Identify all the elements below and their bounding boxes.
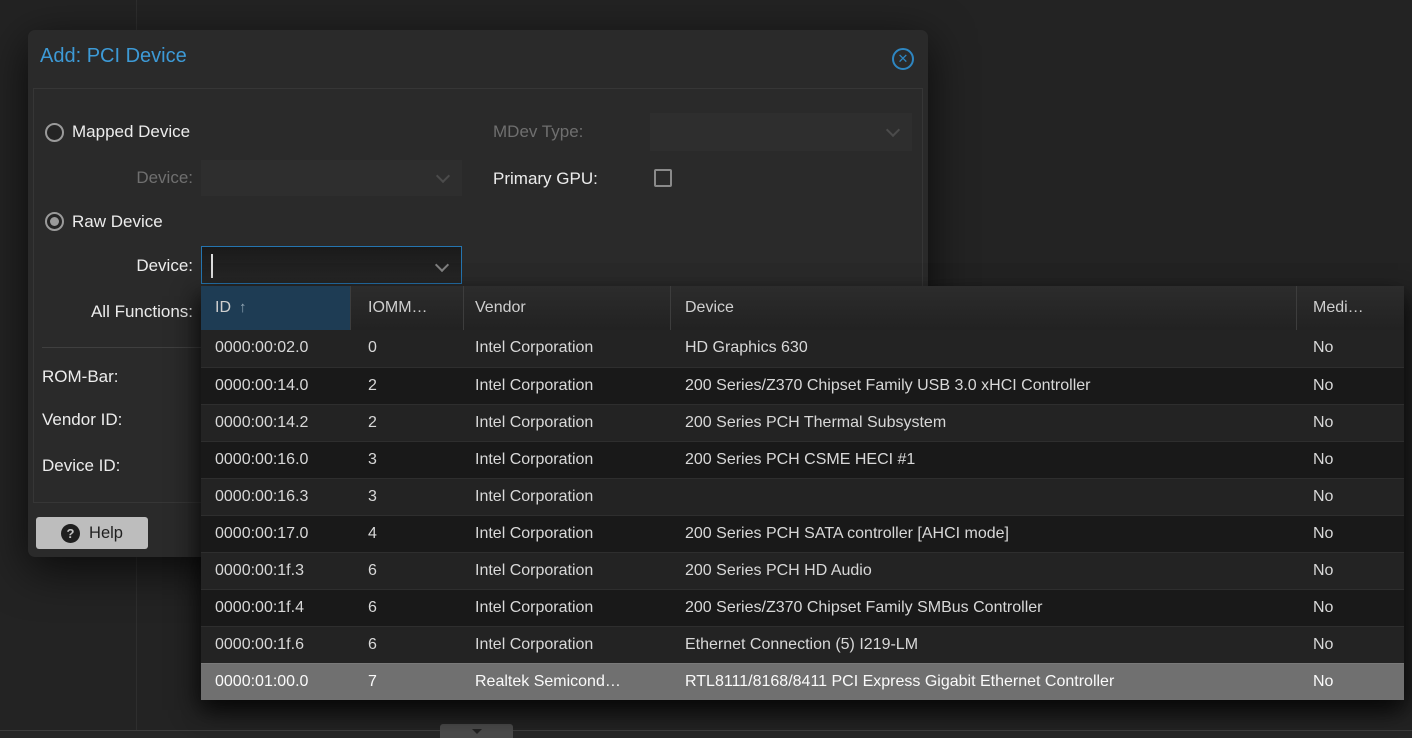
table-row[interactable]: 0000:01:00.07Realtek Semicond…RTL8111/81… [201,663,1404,700]
cell-mediated_devices: No [1297,516,1404,552]
all-functions-label: All Functions: [48,301,193,323]
primary-gpu-checkbox[interactable] [654,169,672,187]
cell-id: 0000:00:1f.3 [201,553,351,589]
cell-mediated_devices: No [1297,627,1404,663]
cell-mediated_devices: No [1297,479,1404,515]
cell-id: 0000:00:1f.4 [201,590,351,626]
chevron-down-icon [435,258,449,272]
cell-device: 200 Series PCH Thermal Subsystem [671,405,1297,441]
rom-bar-label: ROM-Bar: [42,366,119,388]
close-icon[interactable]: ✕ [892,48,914,70]
cell-device: 200 Series/Z370 Chipset Family SMBus Con… [671,590,1297,626]
pci-device-table-header: ID↑IOMM…VendorDeviceMedi… [201,286,1404,330]
cell-device: Ethernet Connection (5) I219-LM [671,627,1297,663]
cell-vendor: Intel Corporation [464,479,671,515]
cell-iommu_group: 3 [351,442,464,478]
table-row[interactable]: 0000:00:1f.46Intel Corporation200 Series… [201,589,1404,626]
table-row[interactable]: 0000:00:1f.66Intel CorporationEthernet C… [201,626,1404,663]
cell-mediated_devices: No [1297,553,1404,589]
cell-iommu_group: 3 [351,479,464,515]
cell-vendor: Intel Corporation [464,368,671,404]
column-header-iommu_group[interactable]: IOMM… [351,286,464,330]
cell-mediated_devices: No [1297,368,1404,404]
text-cursor [211,254,213,278]
mapped-device-radio-label: Mapped Device [72,121,190,143]
cell-id: 0000:00:14.0 [201,368,351,404]
mapped-device-field-label: Device: [48,167,193,189]
mapped-device-radio[interactable] [45,123,64,142]
dialog-title: Add: PCI Device [40,45,187,68]
cell-mediated_devices: No [1297,405,1404,441]
cell-device: 200 Series PCH SATA controller [AHCI mod… [671,516,1297,552]
cell-vendor: Intel Corporation [464,516,671,552]
cell-vendor: Intel Corporation [464,627,671,663]
column-header-mediated_devices[interactable]: Medi… [1297,286,1404,330]
cell-device [671,479,1297,515]
table-row[interactable]: 0000:00:1f.36Intel Corporation200 Series… [201,552,1404,589]
cell-id: 0000:00:16.3 [201,479,351,515]
vendor-id-label: Vendor ID: [42,409,122,431]
primary-gpu-label: Primary GPU: [493,168,598,190]
cell-mediated_devices: No [1297,442,1404,478]
table-row[interactable]: 0000:00:02.00Intel CorporationHD Graphic… [201,330,1404,367]
table-row[interactable]: 0000:00:14.02Intel Corporation200 Series… [201,367,1404,404]
cell-vendor: Intel Corporation [464,553,671,589]
cell-device: HD Graphics 630 [671,330,1297,367]
cell-device: RTL8111/8168/8411 PCI Express Gigabit Et… [671,664,1297,700]
cell-vendor: Intel Corporation [464,405,671,441]
raw-device-combobox[interactable] [201,246,462,284]
cell-iommu_group: 6 [351,590,464,626]
table-row[interactable]: 0000:00:14.22Intel Corporation200 Series… [201,404,1404,441]
splitter-collapse-handle[interactable] [440,724,513,738]
mdev-type-label: MDev Type: [493,121,583,143]
bottom-panel-edge [0,731,1412,738]
cell-id: 0000:00:14.2 [201,405,351,441]
mapped-device-combobox [201,160,462,196]
cell-iommu_group: 4 [351,516,464,552]
cell-id: 0000:00:17.0 [201,516,351,552]
help-icon: ? [61,524,80,543]
cell-iommu_group: 2 [351,405,464,441]
pci-device-dropdown: ID↑IOMM…VendorDeviceMedi… 0000:00:02.00I… [201,286,1404,700]
cell-id: 0000:00:16.0 [201,442,351,478]
raw-device-field-label: Device: [48,255,193,277]
cell-iommu_group: 0 [351,330,464,367]
advanced-section-divider [42,347,201,348]
chevron-down-icon [472,729,482,734]
table-row[interactable]: 0000:00:17.04Intel Corporation200 Series… [201,515,1404,552]
cell-id: 0000:01:00.0 [201,664,351,700]
cell-vendor: Realtek Semicond… [464,664,671,700]
cell-mediated_devices: No [1297,664,1404,700]
cell-mediated_devices: No [1297,330,1404,367]
cell-vendor: Intel Corporation [464,590,671,626]
table-row[interactable]: 0000:00:16.33Intel Corporation No [201,478,1404,515]
cell-vendor: Intel Corporation [464,442,671,478]
cell-iommu_group: 6 [351,553,464,589]
cell-id: 0000:00:02.0 [201,330,351,367]
help-button-label: Help [89,524,123,543]
column-header-id[interactable]: ID↑ [201,286,351,330]
cell-iommu_group: 7 [351,664,464,700]
column-header-vendor[interactable]: Vendor [464,286,671,330]
chevron-down-icon [436,169,450,183]
column-header-device[interactable]: Device [671,286,1297,330]
device-id-label: Device ID: [42,455,120,477]
mdev-type-combobox [650,113,912,151]
cell-vendor: Intel Corporation [464,330,671,367]
chevron-down-icon [886,123,900,137]
cell-device: 200 Series PCH HD Audio [671,553,1297,589]
cell-iommu_group: 6 [351,627,464,663]
sort-asc-icon: ↑ [239,299,247,316]
cell-id: 0000:00:1f.6 [201,627,351,663]
cell-iommu_group: 2 [351,368,464,404]
raw-device-radio[interactable] [45,212,64,231]
raw-device-radio-label: Raw Device [72,211,163,233]
pci-device-table-body: 0000:00:02.00Intel CorporationHD Graphic… [201,330,1404,700]
cell-mediated_devices: No [1297,590,1404,626]
cell-device: 200 Series/Z370 Chipset Family USB 3.0 x… [671,368,1297,404]
cell-device: 200 Series PCH CSME HECI #1 [671,442,1297,478]
help-button[interactable]: ? Help [36,517,148,549]
table-row[interactable]: 0000:00:16.03Intel Corporation200 Series… [201,441,1404,478]
